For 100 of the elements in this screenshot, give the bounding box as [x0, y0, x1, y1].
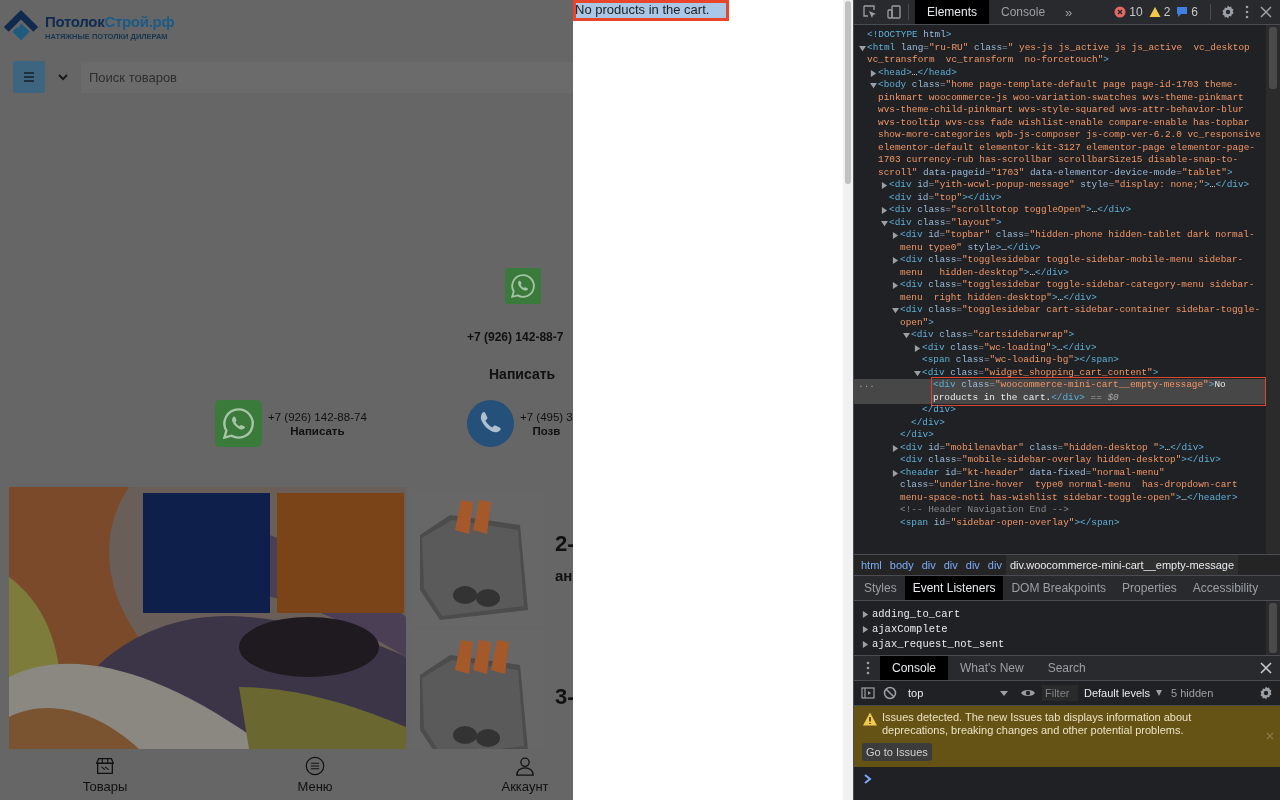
dom-node-markup[interactable]: <!-- Header Navigation End --> — [900, 504, 1069, 517]
breadcrumb[interactable]: div — [983, 555, 1006, 575]
settings-icon[interactable] — [1258, 685, 1274, 701]
expanded-arrow-icon[interactable] — [870, 82, 877, 89]
breadcrumb[interactable]: body — [885, 555, 918, 575]
device-icon[interactable] — [886, 4, 902, 20]
devtools-tab[interactable]: Console — [989, 0, 1058, 24]
issues-message: Issues detected. The new Issues tab displays information about deprecations, breaking changes and other potential problems. — [882, 711, 1193, 737]
collapsed-arrow-icon[interactable] — [862, 610, 869, 618]
go-to-issues-button[interactable]: Go to Issues — [862, 743, 932, 761]
message-icon — [1176, 6, 1189, 18]
context-dropdown[interactable]: top — [904, 687, 1014, 699]
dom-node-markup[interactable]: <!DOCTYPE html> — [867, 29, 952, 42]
more-tabs-button[interactable]: » — [1057, 4, 1081, 20]
dom-closing-tag[interactable]: </div> — [922, 404, 956, 417]
dom-node-markup[interactable]: <div class="cartsidebarwrap"> — [911, 329, 1075, 342]
phone-icon[interactable] — [467, 400, 514, 447]
dom-node-markup[interactable]: <span id="sidebar-open-overlay"></span> — [900, 516, 1120, 529]
search-field[interactable]: Поиск товаров — [81, 61, 573, 93]
dom-node-markup[interactable]: <div class="mobile-sidebar-overlay hidden-desktop"></div> — [900, 454, 1221, 467]
event-listener-item[interactable]: ajaxComplete — [862, 623, 1266, 635]
panel-tab[interactable]: DOM Breakpoints — [1003, 576, 1115, 600]
collapsed-arrow-icon[interactable] — [881, 207, 888, 214]
breadcrumb[interactable]: div — [961, 555, 984, 575]
clear-icon[interactable] — [882, 685, 898, 701]
warning-icon — [862, 711, 878, 727]
dom-closing-tag[interactable]: </div> — [900, 429, 934, 442]
dom-node-markup[interactable]: <div class="widget_shopping_cart_content"> — [922, 366, 1159, 379]
dom-node-markup[interactable]: <div id="mobilenavbar" class="hidden-desktop ">…</div> — [900, 441, 1204, 454]
expanded-arrow-icon[interactable] — [914, 369, 921, 377]
dom-node-markup[interactable]: <div class="scrolltotop toggleOpen">…</div> — [889, 204, 1132, 217]
dom-node-markup[interactable]: <div class="togglesidebar toggle-sidebar-mobile-menu sidebar-menu hidden-desktop">…</div> — [900, 254, 1264, 279]
log-levels-dropdown[interactable]: Default levels — [1084, 687, 1166, 699]
expanded-arrow-icon[interactable] — [881, 219, 888, 227]
filter-field[interactable]: Filter — [1042, 685, 1078, 701]
dom-node-markup[interactable]: <div class="wc-loading">…</div> — [922, 341, 1097, 354]
event-listener-item[interactable]: ajax_request_not_sent — [862, 638, 1266, 650]
breadcrumb[interactable]: div — [917, 555, 940, 575]
collapsed-arrow-icon[interactable] — [892, 282, 899, 289]
panel-tab[interactable]: Event Listeners — [904, 576, 1004, 600]
dom-node-markup[interactable]: <div class="woocommerce-mini-cart__empty-message">No products in the cart.</div> == $0 — [933, 379, 1264, 404]
event-listener-item[interactable]: adding_to_cart — [862, 608, 1266, 620]
sidebar-toggle-icon[interactable] — [860, 685, 876, 701]
collapsed-arrow-icon[interactable] — [892, 232, 899, 239]
dom-closing-tag[interactable]: </div> — [911, 416, 945, 429]
scrollbar-thumb[interactable] — [1269, 603, 1277, 653]
dom-node-markup[interactable]: <html lang="ru-RU" class=" yes-js js_active js js_active vc_desktop vc_transform vc_transform no-forcetouch"> — [867, 41, 1264, 67]
issue-count: 10 — [1129, 5, 1143, 19]
dom-node-markup[interactable]: <head>…</head> — [878, 66, 957, 79]
dom-node-markup[interactable]: <div class="togglesidebar cart-sidebar-container sidebar-toggle-open"> — [900, 304, 1264, 329]
dom-node-markup[interactable]: <div id="topbar" class="hidden-phone hidden-tablet dark normal-menu type0" style>…</div> — [900, 229, 1264, 254]
row-options-dots[interactable]: ... — [858, 379, 875, 392]
prompt-chevron-icon — [862, 773, 874, 785]
inspect-icon[interactable] — [862, 4, 878, 20]
close-icon[interactable] — [1258, 660, 1274, 676]
breadcrumb[interactable]: html — [857, 555, 886, 575]
dom-node-markup[interactable]: <header id="kt-header" data-fixed="normal-menu" class="underline-hover type0 normal-menu has-dropdown-cart menu-space-noti has-wishlist sidebar-toggle-open">…</header> — [900, 466, 1264, 504]
whatsapp-icon[interactable] — [505, 268, 541, 304]
issue-count: 2 — [1163, 5, 1171, 19]
scrollbar-thumb[interactable] — [845, 1, 851, 184]
expanded-arrow-icon[interactable] — [859, 44, 866, 52]
error-icon — [1114, 6, 1127, 18]
collapsed-arrow-icon[interactable] — [870, 69, 877, 77]
menu-icon — [21, 69, 37, 85]
devtools-tab[interactable]: Elements — [915, 0, 990, 24]
dom-node-markup[interactable]: <div class="togglesidebar toggle-sidebar-category-menu sidebar-menu right hidden-desktop">…</div> — [900, 279, 1264, 304]
drawer-tab[interactable]: Search — [1035, 656, 1098, 680]
whatsapp-icon[interactable] — [215, 400, 262, 447]
collapsed-arrow-icon[interactable] — [862, 640, 869, 648]
contact-heading: Написать — [489, 366, 556, 382]
menu-icon — [304, 754, 326, 777]
issue-count: 6 — [1191, 5, 1198, 19]
collapsed-arrow-icon[interactable] — [892, 257, 899, 264]
expanded-arrow-icon[interactable] — [892, 307, 899, 314]
chevron-down-icon[interactable] — [57, 71, 69, 83]
dom-node-markup[interactable]: <span class="wc-loading-bg"></span> — [922, 354, 1119, 367]
drawer-tab[interactable]: Console — [880, 656, 949, 680]
hidden-count: 5 hidden — [1171, 687, 1214, 699]
panel-tab[interactable]: Accessibility — [1184, 576, 1267, 600]
product-subtitle: ан — [555, 566, 573, 584]
cart-empty-message: No products in the cart. — [573, 0, 730, 21]
collapsed-arrow-icon[interactable] — [892, 444, 899, 452]
close-icon[interactable] — [1258, 4, 1274, 20]
dom-node-markup[interactable]: <div id="top"></div> — [889, 191, 1002, 204]
warning-icon — [1148, 6, 1161, 18]
collapsed-arrow-icon[interactable] — [914, 344, 921, 352]
dom-node-markup[interactable]: <div class="layout"> — [889, 216, 1002, 229]
panel-tab[interactable]: Properties — [1114, 576, 1185, 600]
dom-node-markup[interactable]: <div id="yith-wcwl-popup-message" style="display: none;">…</div> — [889, 179, 1250, 192]
collapsed-arrow-icon[interactable] — [862, 625, 869, 633]
scrollbar-thumb[interactable] — [1269, 27, 1277, 89]
breadcrumb[interactable]: div.woocommerce-mini-cart__empty-message — [1005, 555, 1239, 575]
expanded-arrow-icon[interactable] — [903, 332, 910, 339]
panel-tab[interactable]: Styles — [856, 576, 905, 600]
drawer-tab[interactable]: What's New — [948, 656, 1036, 680]
collapsed-arrow-icon[interactable] — [892, 469, 899, 477]
dom-node-markup[interactable]: <body class="home page-template-default page page-id-1703 theme-pinkmart woocommerce-js woo-variation-swatches wvs-theme-pinkmart wvs-theme-child-pinkmart wvs-style-squared wvs-attr-behavior-blur wvs-tooltip wvs-css fade wishlist-enable compare-enable has-topbar show-more-categories wpb-js-composer js-comp-ver-6.2.0 vc_responsive elementor-default elementor-kit-3127 elementor-page elementor-page-1703 currency-rub has-scrollbar scrollbarSize15 disable-snap-to-scroll" data-pageid="1703" data-elementor-device-mode="tablet"> — [878, 79, 1264, 179]
breadcrumb[interactable]: div — [939, 555, 962, 575]
collapsed-arrow-icon[interactable] — [881, 182, 888, 189]
settings-icon[interactable] — [1220, 4, 1236, 20]
